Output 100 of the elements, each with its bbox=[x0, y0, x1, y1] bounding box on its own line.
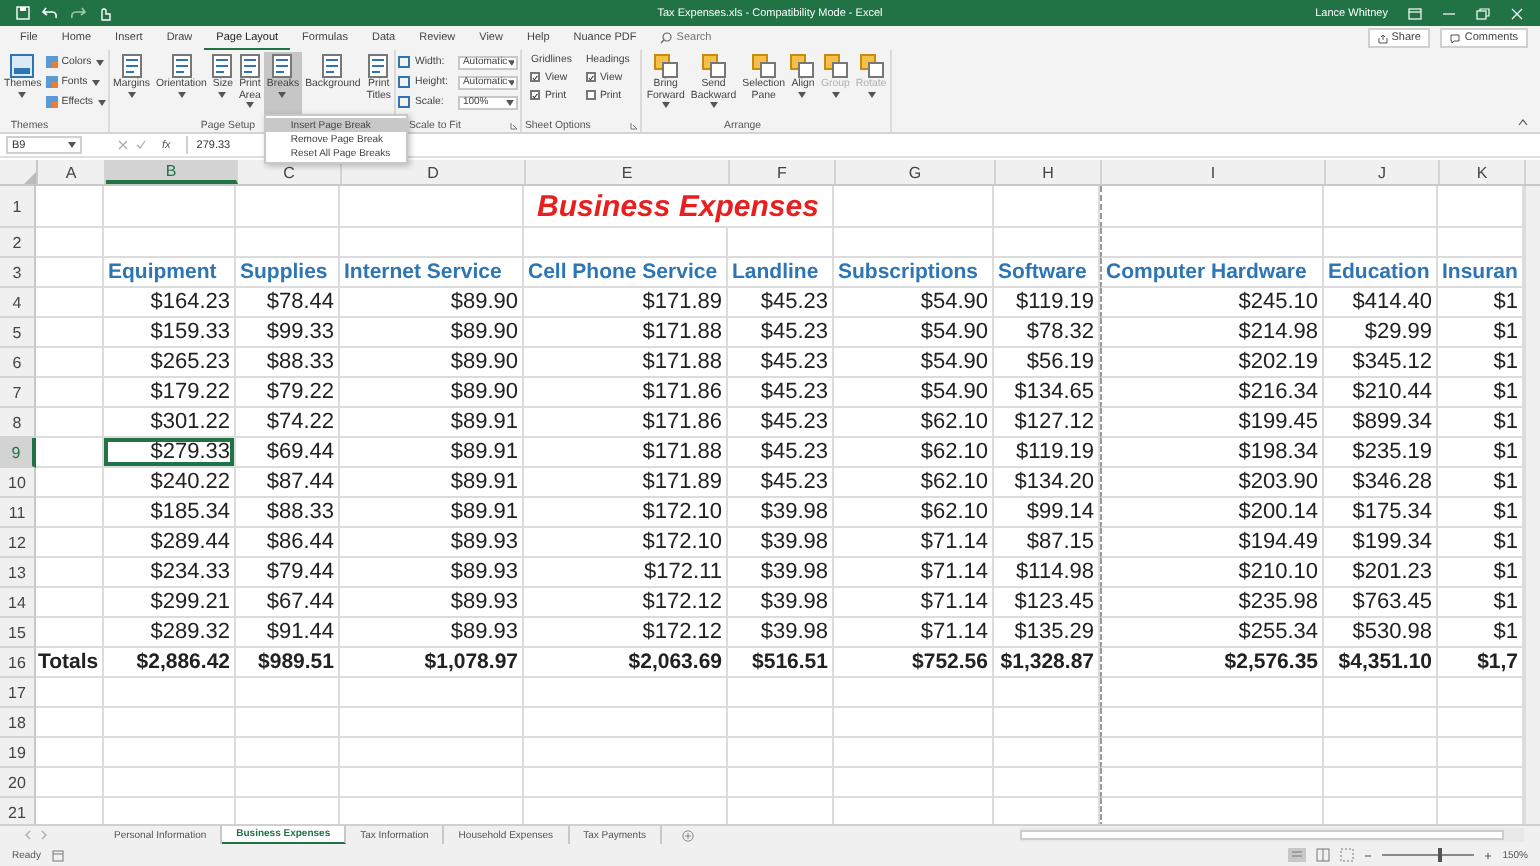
previous-sheet-icon[interactable] bbox=[24, 830, 32, 840]
table-cell[interactable]: $134.65 bbox=[994, 378, 1100, 408]
table-cell[interactable]: $172.10 bbox=[524, 498, 728, 528]
table-cell[interactable]: $45.23 bbox=[728, 378, 834, 408]
table-cell[interactable] bbox=[340, 738, 524, 768]
checkbox[interactable] bbox=[585, 72, 596, 82]
table-cell[interactable]: $171.89 bbox=[524, 288, 728, 318]
table-cell[interactable] bbox=[236, 678, 340, 708]
table-cell[interactable] bbox=[994, 228, 1100, 258]
row-header[interactable]: 7 bbox=[0, 378, 36, 408]
table-cell[interactable] bbox=[1100, 708, 1324, 738]
table-cell[interactable]: $199.45 bbox=[1100, 408, 1324, 438]
table-cell[interactable] bbox=[36, 768, 104, 798]
table-cell[interactable] bbox=[104, 186, 236, 228]
table-cell[interactable] bbox=[36, 186, 104, 228]
table-cell[interactable]: $210.44 bbox=[1324, 378, 1438, 408]
table-cell[interactable]: $54.90 bbox=[834, 318, 994, 348]
row-header[interactable]: 18 bbox=[0, 708, 36, 738]
table-cell[interactable]: $234.33 bbox=[104, 558, 236, 588]
table-cell[interactable]: $345.12 bbox=[1324, 348, 1438, 378]
table-cell[interactable]: $39.98 bbox=[728, 588, 834, 618]
column-header[interactable]: G bbox=[836, 160, 996, 184]
table-cell[interactable] bbox=[36, 678, 104, 708]
row-header[interactable]: 16 bbox=[0, 648, 36, 678]
table-cell[interactable]: $89.93 bbox=[340, 618, 524, 648]
table-cell[interactable]: $39.98 bbox=[728, 528, 834, 558]
table-cell[interactable]: $210.10 bbox=[1100, 558, 1324, 588]
table-cell[interactable]: $62.10 bbox=[834, 468, 994, 498]
table-cell[interactable] bbox=[728, 228, 834, 258]
table-cell[interactable] bbox=[104, 738, 236, 768]
table-cell[interactable]: $62.10 bbox=[834, 408, 994, 438]
row-header[interactable]: 1 bbox=[0, 186, 36, 228]
table-cell[interactable] bbox=[1324, 768, 1438, 798]
table-cell[interactable]: $62.10 bbox=[834, 438, 994, 468]
table-cell[interactable]: $87.15 bbox=[994, 528, 1100, 558]
table-cell[interactable] bbox=[1324, 738, 1438, 768]
table-cell[interactable]: $56.19 bbox=[994, 348, 1100, 378]
table-cell[interactable]: $127.12 bbox=[994, 408, 1100, 438]
table-cell[interactable]: $74.22 bbox=[236, 408, 340, 438]
hand-icon[interactable] bbox=[98, 5, 112, 21]
close-icon[interactable] bbox=[1510, 7, 1524, 19]
zoom-out-icon[interactable] bbox=[1364, 851, 1373, 859]
row-header[interactable]: 10 bbox=[0, 468, 36, 498]
table-cell[interactable]: $89.91 bbox=[340, 498, 524, 528]
checkbox[interactable] bbox=[585, 90, 596, 100]
table-cell[interactable]: $29.99 bbox=[1324, 318, 1438, 348]
column-header[interactable]: D bbox=[342, 160, 526, 184]
table-cell[interactable]: $989.51 bbox=[236, 648, 340, 678]
table-cell[interactable] bbox=[728, 678, 834, 708]
table-cell[interactable]: $119.19 bbox=[994, 438, 1100, 468]
table-cell[interactable]: $185.34 bbox=[104, 498, 236, 528]
table-cell[interactable] bbox=[834, 186, 994, 228]
table-cell[interactable]: $89.91 bbox=[340, 468, 524, 498]
table-cell[interactable] bbox=[728, 708, 834, 738]
undo-icon[interactable] bbox=[42, 6, 58, 20]
table-cell[interactable]: $171.88 bbox=[524, 438, 728, 468]
table-cell[interactable] bbox=[1324, 708, 1438, 738]
table-cell[interactable] bbox=[340, 768, 524, 798]
table-cell[interactable]: $265.23 bbox=[104, 348, 236, 378]
table-cell[interactable]: $45.23 bbox=[728, 438, 834, 468]
checkbox[interactable] bbox=[530, 72, 541, 82]
table-cell[interactable] bbox=[1324, 228, 1438, 258]
table-cell[interactable]: $2,576.35 bbox=[1100, 648, 1324, 678]
table-cell[interactable]: $203.90 bbox=[1100, 468, 1324, 498]
table-cell[interactable]: $89.93 bbox=[340, 588, 524, 618]
table-cell[interactable]: $763.45 bbox=[1324, 588, 1438, 618]
table-cell[interactable]: $89.91 bbox=[340, 408, 524, 438]
table-cell[interactable] bbox=[236, 768, 340, 798]
table-cell[interactable]: $175.34 bbox=[1324, 498, 1438, 528]
table-cell[interactable] bbox=[1100, 228, 1324, 258]
table-cell[interactable]: $71.14 bbox=[834, 588, 994, 618]
table-cell[interactable]: $171.86 bbox=[524, 378, 728, 408]
table-cell[interactable] bbox=[524, 708, 728, 738]
table-cell[interactable] bbox=[728, 768, 834, 798]
table-cell[interactable]: $240.22 bbox=[104, 468, 236, 498]
table-cell[interactable]: $45.23 bbox=[728, 348, 834, 378]
table-cell[interactable]: $4,351.10 bbox=[1324, 648, 1438, 678]
table-cell[interactable]: $89.90 bbox=[340, 378, 524, 408]
row-header[interactable]: 17 bbox=[0, 678, 36, 708]
table-cell[interactable] bbox=[36, 348, 104, 378]
table-cell[interactable]: $899.34 bbox=[1324, 408, 1438, 438]
table-cell[interactable]: $71.14 bbox=[834, 558, 994, 588]
table-cell[interactable]: $199.34 bbox=[1324, 528, 1438, 558]
table-cell[interactable]: $245.10 bbox=[1100, 288, 1324, 318]
column-header[interactable]: K bbox=[1440, 160, 1526, 184]
table-cell[interactable]: $79.22 bbox=[236, 378, 340, 408]
row-header[interactable]: 2 bbox=[0, 228, 36, 258]
table-cell[interactable] bbox=[340, 708, 524, 738]
table-cell[interactable]: $123.45 bbox=[994, 588, 1100, 618]
table-cell[interactable] bbox=[524, 228, 728, 258]
table-cell[interactable]: $194.49 bbox=[1100, 528, 1324, 558]
table-cell[interactable]: $414.40 bbox=[1324, 288, 1438, 318]
table-cell[interactable] bbox=[994, 678, 1100, 708]
table-cell[interactable]: $255.34 bbox=[1100, 618, 1324, 648]
table-cell[interactable]: $299.21 bbox=[104, 588, 236, 618]
table-cell[interactable] bbox=[236, 708, 340, 738]
vertical-scrollbar[interactable] bbox=[1524, 186, 1540, 824]
table-cell[interactable]: $89.90 bbox=[340, 288, 524, 318]
zoom-in-icon[interactable] bbox=[1484, 851, 1493, 859]
table-cell[interactable]: $62.10 bbox=[834, 498, 994, 528]
